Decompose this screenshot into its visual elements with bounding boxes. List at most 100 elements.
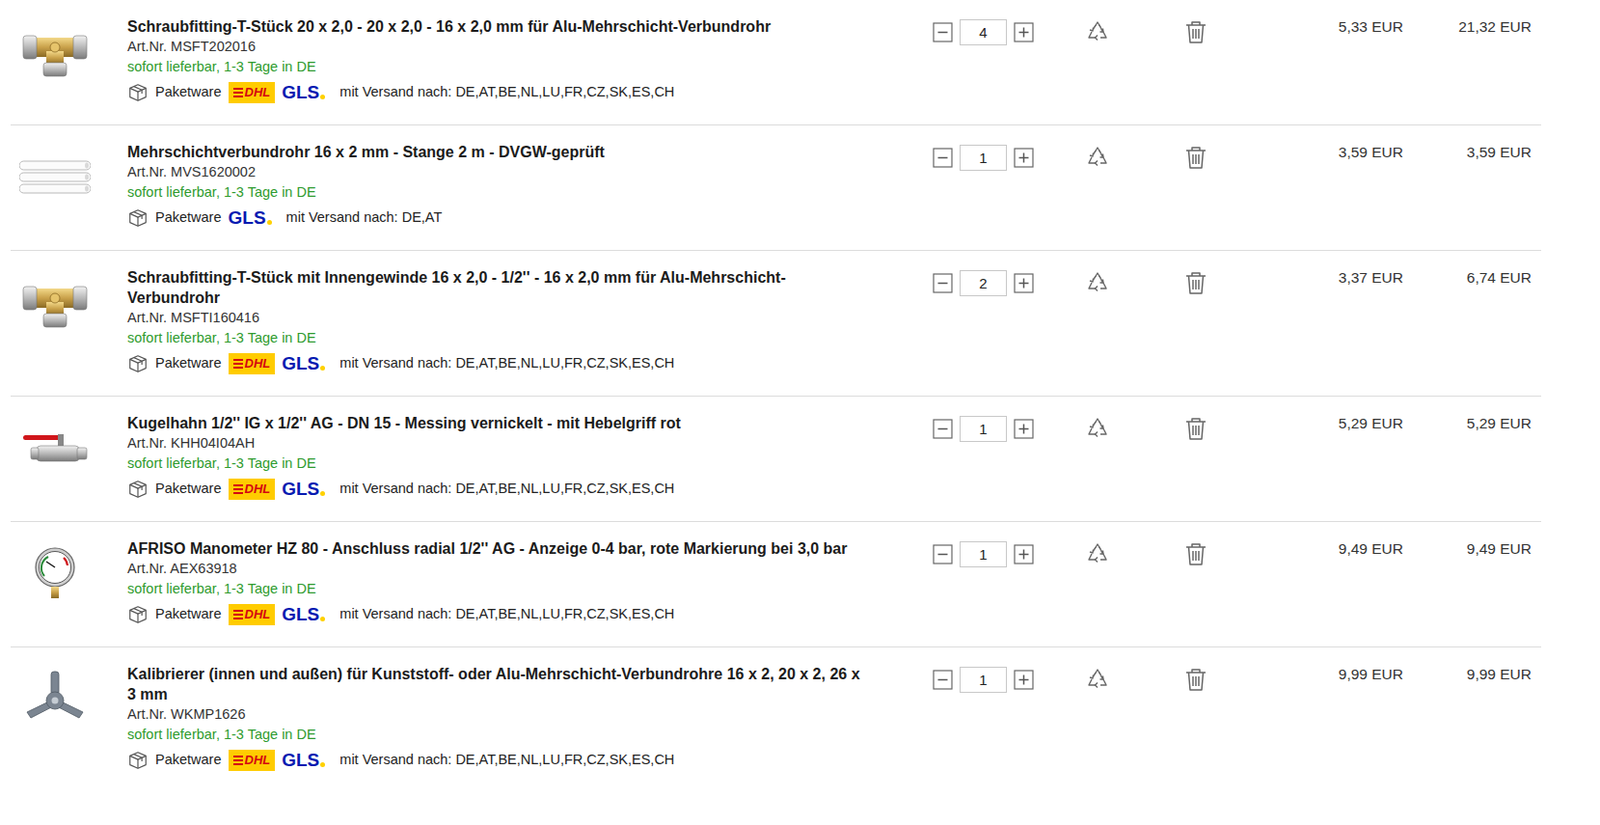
valve-image-icon[interactable]	[19, 418, 91, 477]
product-image[interactable]	[10, 267, 128, 331]
recycle-button[interactable]	[1041, 141, 1154, 170]
article-number: Art.Nr. MVS1620002	[127, 162, 933, 183]
trash-icon[interactable]	[1183, 19, 1209, 45]
calibrator-image-icon[interactable]	[19, 669, 91, 728]
gauge-image-icon[interactable]	[19, 543, 91, 602]
gls-label: GLS	[281, 604, 320, 624]
line-total: 6,74 EUR	[1403, 267, 1532, 288]
product-title[interactable]: Kalibrierer (innen und außen) für Kunsts…	[127, 663, 870, 705]
recycle-button[interactable]	[1041, 663, 1154, 692]
plus-icon[interactable]	[1013, 147, 1034, 168]
recycle-button[interactable]	[1041, 412, 1154, 441]
delete-button[interactable]	[1153, 663, 1239, 692]
line-total: 21,32 EUR	[1403, 16, 1532, 37]
cart-row: Schraubfitting-T-Stück mit Innengewinde …	[10, 250, 1542, 397]
quantity-input[interactable]	[959, 415, 1007, 442]
shipping-info: PaketwareDHLGLSmit Versand nach: DE,AT,B…	[127, 601, 933, 627]
unit-price: 5,33 EUR	[1238, 16, 1404, 37]
dhl-logo: DHL	[228, 749, 276, 771]
shipping-countries: mit Versand nach: DE,AT,BE,NL,LU,FR,CZ,S…	[339, 352, 675, 375]
gls-logo: GLS	[281, 82, 326, 103]
package-label: Paketware	[155, 352, 222, 375]
delete-button[interactable]	[1153, 538, 1239, 567]
trash-icon[interactable]	[1183, 415, 1209, 441]
quantity-input[interactable]	[959, 541, 1007, 568]
article-number: Art.Nr. WKMP1626	[127, 704, 933, 725]
package-icon	[127, 749, 149, 771]
recycle-icon[interactable]	[1084, 541, 1111, 567]
gls-label: GLS	[281, 353, 320, 374]
package-icon	[127, 81, 149, 104]
minus-icon[interactable]	[932, 22, 953, 43]
trash-icon[interactable]	[1183, 270, 1209, 296]
gls-logo: GLS	[281, 479, 326, 499]
package-icon	[127, 478, 149, 500]
pipe-image-icon[interactable]	[19, 147, 91, 206]
package-icon	[127, 352, 149, 375]
tee-image-icon[interactable]	[19, 272, 91, 331]
unit-price: 3,59 EUR	[1238, 141, 1404, 163]
plus-icon[interactable]	[1013, 669, 1034, 690]
recycle-button[interactable]	[1041, 267, 1154, 296]
shipping-info: PaketwareDHLGLSmit Versand nach: DE,AT,B…	[127, 476, 933, 502]
minus-icon[interactable]	[932, 418, 953, 439]
stripes-icon	[233, 608, 244, 621]
plus-icon[interactable]	[1013, 272, 1034, 294]
quantity-input[interactable]	[959, 19, 1007, 46]
gls-label: GLS	[228, 208, 267, 228]
gls-label: GLS	[281, 82, 320, 103]
product-title[interactable]: Schraubfitting-T-Stück 20 x 2,0 - 20 x 2…	[127, 16, 870, 37]
quantity-input[interactable]	[959, 666, 1007, 693]
product-title[interactable]: Kugelhahn 1/2'' IG x 1/2'' AG - DN 15 - …	[127, 412, 870, 434]
delete-button[interactable]	[1153, 141, 1239, 170]
availability: sofort lieferbar, 1-3 Tage in DE	[127, 578, 933, 599]
quantity-input[interactable]	[959, 270, 1007, 297]
product-image[interactable]	[10, 663, 128, 728]
trash-icon[interactable]	[1183, 144, 1209, 170]
shipping-countries: mit Versand nach: DE,AT,BE,NL,LU,FR,CZ,S…	[339, 749, 675, 771]
plus-icon[interactable]	[1013, 543, 1034, 565]
trash-icon[interactable]	[1183, 666, 1209, 692]
delete-button[interactable]	[1153, 267, 1239, 296]
product-image[interactable]	[10, 141, 128, 206]
minus-icon[interactable]	[932, 669, 953, 690]
delete-button[interactable]	[1153, 16, 1239, 45]
quantity-control	[932, 141, 1042, 171]
recycle-icon[interactable]	[1084, 19, 1111, 45]
recycle-icon[interactable]	[1084, 270, 1111, 296]
line-total: 5,29 EUR	[1403, 412, 1532, 434]
minus-icon[interactable]	[932, 147, 953, 168]
gls-dot	[320, 616, 326, 622]
plus-icon[interactable]	[1013, 22, 1034, 43]
gls-logo: GLS	[281, 353, 326, 374]
product-title[interactable]: Mehrschichtverbundrohr 16 x 2 mm - Stang…	[127, 141, 870, 163]
minus-icon[interactable]	[932, 272, 953, 294]
product-image[interactable]	[10, 16, 128, 81]
quantity-control	[932, 538, 1042, 568]
tee-image-icon[interactable]	[19, 22, 91, 81]
product-image[interactable]	[10, 412, 128, 477]
dhl-label: DHL	[244, 752, 272, 768]
product-image[interactable]	[10, 538, 128, 602]
recycle-icon[interactable]	[1084, 144, 1111, 170]
quantity-control	[932, 412, 1042, 442]
quantity-input[interactable]	[959, 144, 1007, 171]
recycle-button[interactable]	[1041, 538, 1154, 567]
delete-button[interactable]	[1153, 412, 1239, 441]
availability: sofort lieferbar, 1-3 Tage in DE	[127, 453, 933, 474]
cart-row: Mehrschichtverbundrohr 16 x 2 mm - Stang…	[10, 125, 1542, 251]
line-total: 3,59 EUR	[1403, 141, 1532, 163]
product-title[interactable]: Schraubfitting-T-Stück mit Innengewinde …	[127, 267, 870, 308]
product-title[interactable]: AFRISO Manometer HZ 80 - Anschluss radia…	[127, 538, 870, 559]
stripes-icon	[233, 483, 244, 495]
cart-list: Schraubfitting-T-Stück 20 x 2,0 - 20 x 2…	[10, 0, 1542, 792]
recycle-icon[interactable]	[1084, 666, 1111, 692]
gls-dot	[267, 219, 272, 225]
plus-icon[interactable]	[1013, 418, 1034, 439]
recycle-icon[interactable]	[1084, 415, 1111, 441]
cart-row: Kalibrierer (innen und außen) für Kunsts…	[10, 647, 1542, 792]
trash-icon[interactable]	[1183, 541, 1209, 567]
recycle-button[interactable]	[1041, 16, 1154, 45]
minus-icon[interactable]	[932, 543, 953, 565]
shipping-info: PaketwareDHLGLSmit Versand nach: DE,AT,B…	[127, 351, 933, 377]
